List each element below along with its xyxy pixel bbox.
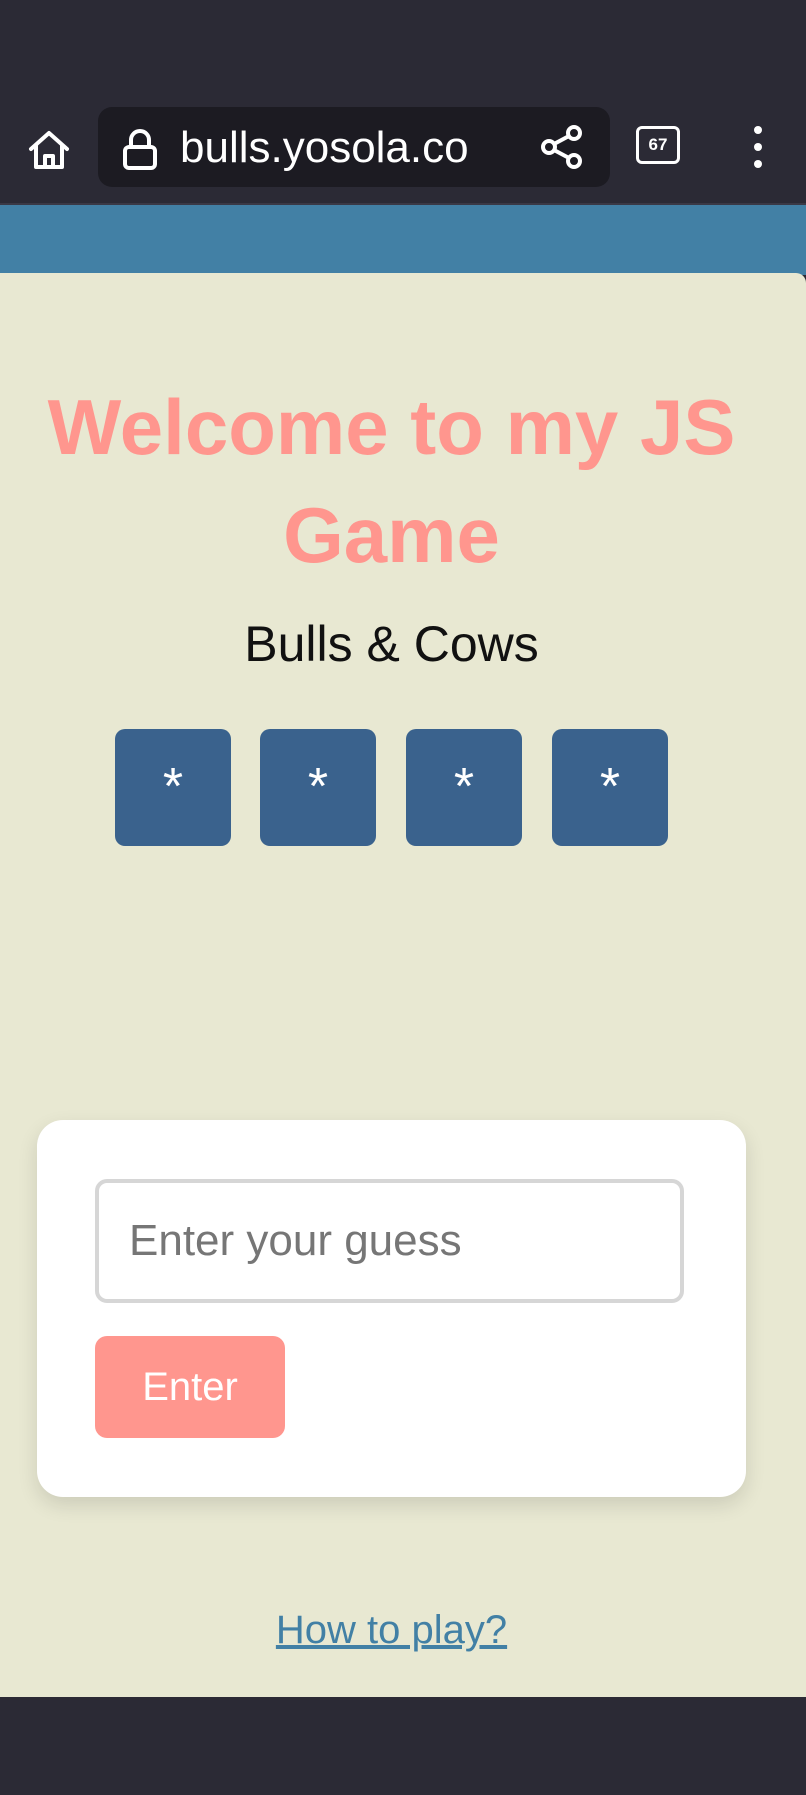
address-bar[interactable]: bulls.yosola.co: [98, 107, 610, 187]
home-icon: [29, 131, 69, 169]
tabs-icon: 67: [636, 126, 680, 164]
secret-digit-box: *: [406, 729, 522, 846]
menu-icon[interactable]: [740, 122, 776, 172]
status-bar: [0, 0, 806, 100]
guess-input[interactable]: [95, 1179, 684, 1303]
secret-digit-box: *: [115, 729, 231, 846]
enter-button[interactable]: Enter: [95, 1336, 285, 1438]
tabs-button[interactable]: 67: [636, 126, 682, 166]
secret-number-row: * * * *: [115, 729, 668, 846]
url-text: bulls.yosola.co: [180, 123, 469, 172]
page-subtitle: Bulls & Cows: [244, 616, 539, 672]
navigation-bar: [0, 1697, 806, 1795]
secret-digit-box: *: [260, 729, 376, 846]
share-icon[interactable]: [538, 123, 586, 171]
browser-toolbar: bulls.yosola.co 67: [0, 100, 806, 205]
header-strip: [0, 205, 806, 275]
home-button[interactable]: [22, 123, 76, 177]
game-page: Welcome to my JS Game Bulls & Cows * * *…: [0, 273, 806, 1697]
how-to-play-link[interactable]: How to play?: [0, 1603, 783, 1657]
page-title: Welcome to my JS Game: [47, 383, 736, 579]
secret-digit-box: *: [552, 729, 668, 846]
guess-form-card: Enter: [37, 1120, 746, 1497]
lock-icon: [123, 129, 157, 170]
